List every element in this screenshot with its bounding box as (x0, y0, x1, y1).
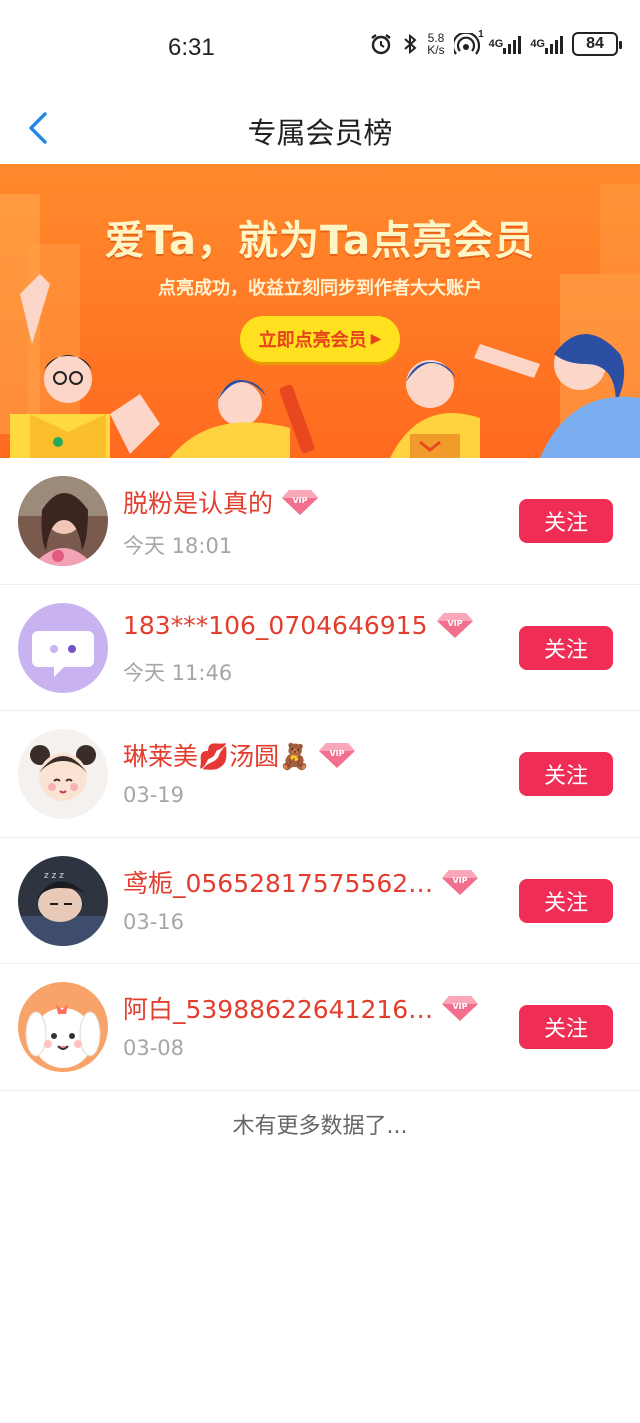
member-list: 脱粉是认真的 VIP 今天 18:01 关注 183***106_0704646… (0, 458, 640, 1091)
network-speed: 5.8 K/s (427, 32, 444, 56)
net-type-1: 4G (488, 38, 504, 50)
vip-diamond-icon: VIP (436, 613, 473, 638)
alarm-icon (369, 32, 393, 56)
running-girl-illustration (110, 380, 315, 458)
no-more-data-text: 木有更多数据了... (232, 1114, 408, 1139)
page-title: 专属会员榜 (247, 116, 393, 150)
pointing-girls-illustration (390, 334, 640, 458)
list-item[interactable]: 183***106_0704646915 VIP 今天 11:46 关注 (0, 585, 640, 711)
hotspot-icon: 1 (453, 29, 484, 55)
vip-diamond-icon: VIP (282, 490, 319, 515)
follow-button[interactable]: 关注 (519, 499, 613, 543)
follow-button[interactable]: 关注 (519, 625, 613, 670)
avatar[interactable] (18, 602, 108, 693)
follow-button[interactable]: 关注 (519, 1005, 613, 1049)
vip-diamond-icon: VIP (442, 996, 479, 1021)
list-item[interactable]: 阿白_53988622641216… VIP 03-08 关注 (0, 964, 640, 1091)
list-item[interactable]: 脱粉是认真的 VIP 今天 18:01 关注 (0, 458, 640, 585)
follow-button[interactable]: 关注 (519, 878, 613, 923)
vip-diamond-icon: VIP (319, 743, 356, 768)
net-type-2: 4G (530, 38, 545, 50)
bluetooth-icon (402, 33, 418, 55)
hotspot-badge: 1 (478, 29, 484, 40)
list-item[interactable]: 琳莱美💋汤圆🧸 VIP 03-19 关注 (0, 711, 640, 838)
avatar[interactable] (18, 476, 108, 566)
list-item[interactable]: z z z 鸢栀_05652817575562… VIP 03-16 关注 (0, 838, 640, 964)
svg-text:VIP: VIP (453, 1002, 468, 1011)
signal-1-icon: 4G (489, 34, 522, 54)
vip-diamond-icon: VIP (442, 869, 479, 895)
member-time: 03-16 (123, 909, 185, 934)
member-name[interactable]: 鸢栀_05652817575562… (123, 864, 433, 900)
signal-2-icon: 4G (530, 34, 563, 54)
svg-text:z z z: z z z (44, 871, 64, 881)
avatar[interactable]: z z z (18, 855, 108, 946)
svg-text:VIP: VIP (293, 496, 308, 505)
svg-text:VIP: VIP (447, 619, 462, 628)
member-time: 今天 11:46 (123, 660, 233, 685)
speed-unit: K/s (427, 43, 445, 57)
avatar[interactable] (18, 729, 108, 819)
avatar[interactable] (18, 982, 108, 1072)
status-bar: 6:31 5.8 K/s 1 4G 4G 84 (0, 0, 640, 96)
cheering-boy-illustration (10, 274, 110, 458)
member-name[interactable]: 183***106_0704646915 (123, 611, 428, 640)
member-time: 今天 18:01 (123, 534, 233, 558)
member-time: 03-08 (123, 1036, 185, 1060)
vip-promo-banner[interactable]: 爱Ta，就为Ta点亮会员 点亮成功，收益立刻同步到作者大大账户 立即点亮会员 ▶ (0, 164, 640, 458)
member-name[interactable]: 脱粉是认真的 (123, 484, 273, 520)
battery-level: 84 (586, 35, 604, 52)
member-name[interactable]: 阿白_53988622641216… (123, 990, 433, 1026)
status-icons: 5.8 K/s 1 4G 4G 84 (369, 29, 622, 56)
cta-label: 立即点亮会员 (258, 330, 367, 351)
svg-text:VIP: VIP (330, 749, 345, 758)
status-time: 6:31 (168, 34, 215, 61)
member-name[interactable]: 琳莱美💋汤圆🧸 (123, 737, 310, 773)
top-nav-bar: 专属会员榜 (0, 96, 640, 162)
member-time: 03-19 (123, 783, 185, 807)
follow-button[interactable]: 关注 (519, 752, 613, 796)
banner-headline: 爱Ta，就为Ta点亮会员 (104, 218, 536, 264)
battery-icon: 84 (572, 32, 622, 56)
svg-text:VIP: VIP (453, 876, 468, 885)
